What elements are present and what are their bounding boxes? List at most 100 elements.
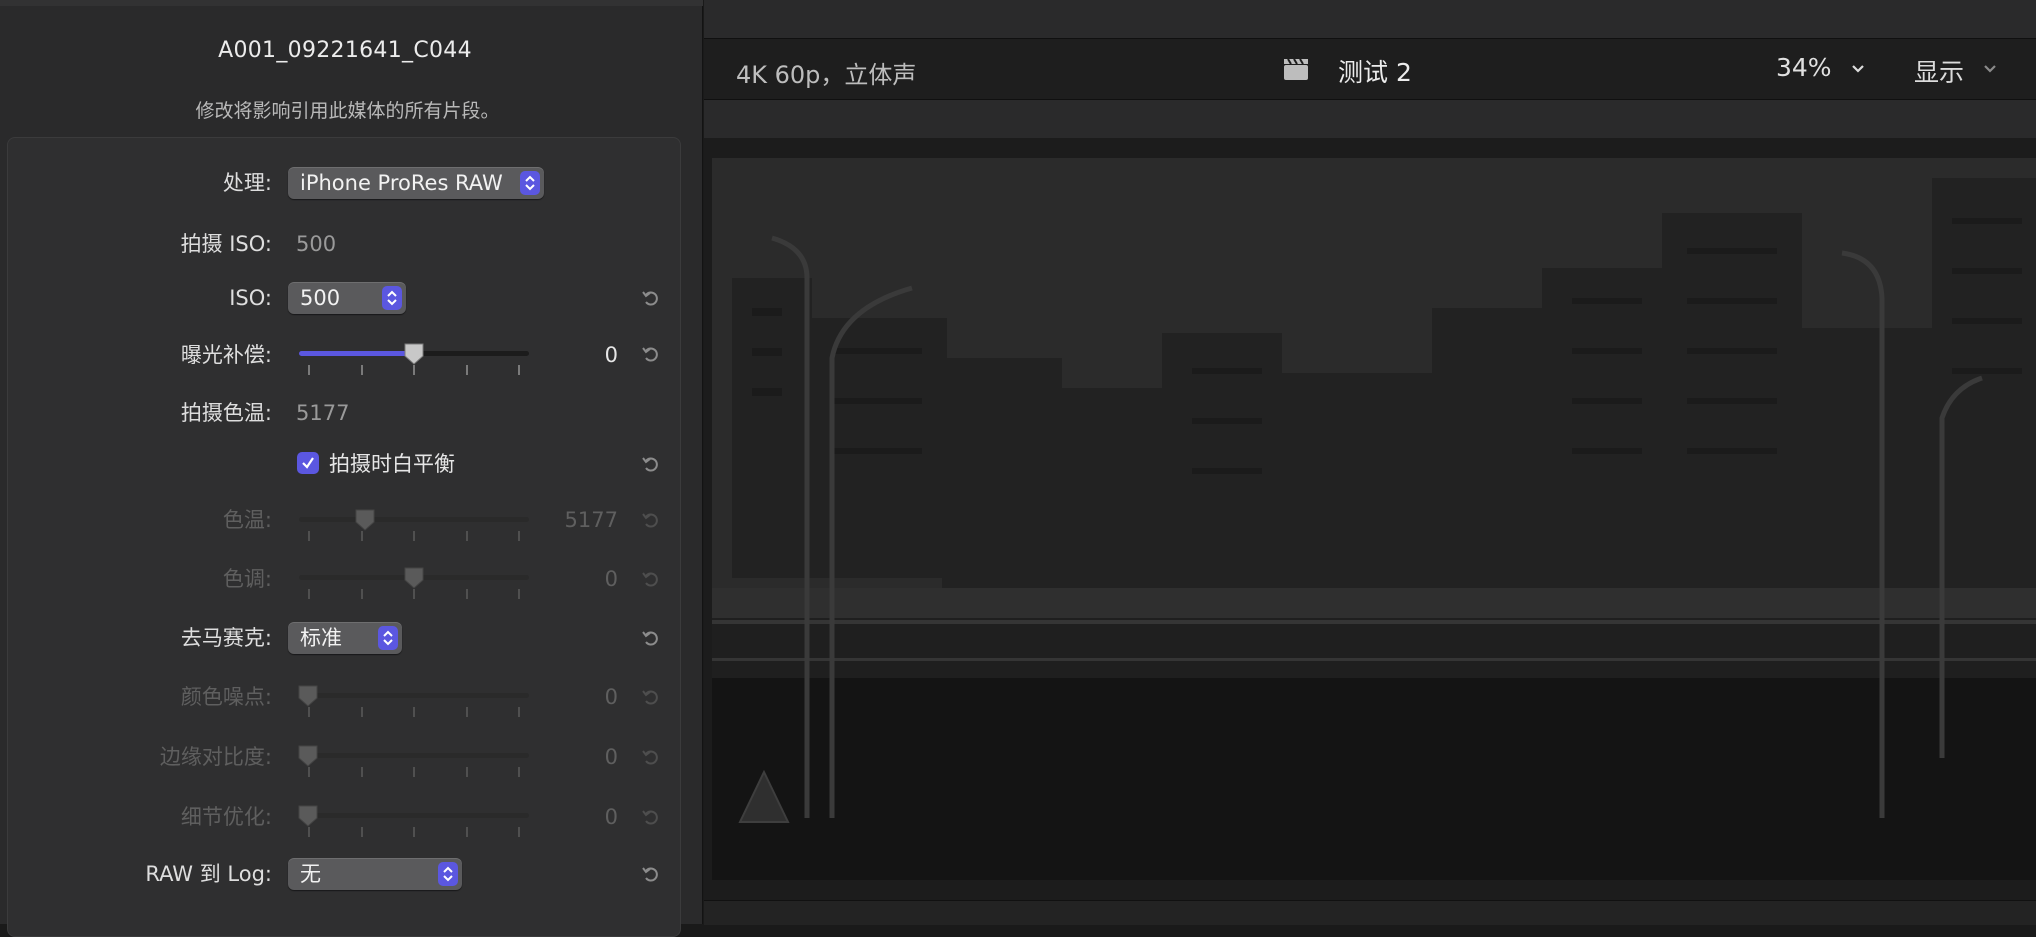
slider-tick [466,589,468,599]
slider-tick [308,767,310,777]
iso-popup[interactable]: 500 [288,282,406,314]
temperature-value: 5177 [564,508,618,532]
view-menu[interactable]: 显示 [1914,53,1964,89]
reset-icon [642,513,658,528]
raw-to-log-label: RAW 到 Log: [145,862,272,886]
reset-icon [642,572,658,587]
stepper-arrows-icon [378,626,398,650]
reset-icon[interactable] [640,863,662,885]
temperature-label: 色温: [222,508,272,532]
iso-value: 500 [300,286,341,310]
slider-knob[interactable] [403,342,425,366]
slider-knob [355,509,375,531]
stepper-arrows-icon [382,286,402,310]
slider-tick [308,707,310,717]
slider-tick [361,827,363,837]
chevron-down-icon[interactable] [1850,63,1866,75]
slider-tick [308,531,310,541]
zoom-menu[interactable]: 34% [1776,53,1832,82]
format-label: 4K 60p，立体声 [736,61,917,89]
processing-popup[interactable]: iPhone ProRes RAW [288,167,544,199]
slider-tick [361,707,363,717]
project-name[interactable]: 测试 2 [1338,53,1412,89]
slider-tick [518,827,520,837]
slider-tick [466,707,468,717]
slider-tick [361,589,363,599]
slider-track [299,753,529,758]
slider-tick [413,589,415,599]
temperature-slider [299,506,529,541]
slider-tick [413,767,415,777]
slider-tick [413,827,415,837]
viewer-bottom-strip [704,900,2036,925]
detail-slider [298,802,529,837]
detail-value: 0 [604,805,618,829]
color-noise-label: 颜色噪点: [180,685,272,709]
slider-tick [518,707,520,717]
tint-value: 0 [604,567,618,591]
slider-tick [466,531,468,541]
slider-tick [466,827,468,837]
stepper-arrows-icon [438,862,458,886]
slider-tick [518,589,520,599]
tint-slider [299,564,529,599]
slider-knob [298,685,318,707]
slider-tick [308,365,310,375]
white-balance-checkbox[interactable] [297,452,319,474]
slider-track [299,693,529,698]
iso-label: ISO: [229,286,272,310]
tint-label: 色调: [222,567,272,591]
raw-to-log-popup[interactable]: 无 [288,858,462,890]
exposure-label: 曝光补偿: [180,343,272,367]
slider-tick [413,365,415,375]
reset-icon [642,690,658,705]
slider-tick [518,365,520,375]
reset-icon [642,810,658,825]
reset-icon[interactable] [640,453,662,475]
panel-note: 修改将影响引用此媒体的所有片段。 [195,100,500,122]
processing-label: 处理: [222,171,272,195]
panel-top-edge [0,0,703,6]
raw-settings-panel: A001_09221641_C044 修改将影响引用此媒体的所有片段。 处理: … [0,0,703,937]
slider-track [299,517,529,522]
viewer-letterbox-top [704,100,2036,138]
reset-icon[interactable] [640,343,662,365]
capture-temp-value: 5177 [296,401,350,425]
slider-tick [308,589,310,599]
slider-tick [413,531,415,541]
slider-knob [298,805,318,827]
exposure-slider[interactable] [299,340,529,375]
video-frame [712,158,2036,880]
stepper-arrows-icon [520,171,540,195]
slider-tick [361,531,363,541]
settings-box: 处理: iPhone ProRes RAW 拍摄 ISO: 500 ISO: 5… [7,137,681,937]
slider-tick [308,827,310,837]
slider-knob [298,745,318,767]
edge-contrast-value: 0 [604,745,618,769]
chevron-down-icon[interactable] [1982,63,1998,75]
slider-fill [299,351,414,356]
edge-contrast-label: 边缘对比度: [159,745,272,769]
checkmark-icon [302,457,314,469]
reset-icon[interactable] [640,287,662,309]
viewer-header: 4K 60p，立体声 测试 2 34% 显示 [704,38,2036,100]
demosaic-popup[interactable]: 标准 [288,622,402,654]
raw-to-log-value: 无 [300,862,321,886]
slider-tick [518,531,520,541]
clapperboard-icon [1284,58,1308,80]
reset-icon[interactable] [640,627,662,649]
viewer: 4K 60p，立体声 测试 2 34% 显示 [704,0,2036,925]
reset-icon [642,750,658,765]
slider-tick [518,767,520,777]
slider-tick [361,767,363,777]
slider-tick [466,365,468,375]
capture-iso-value: 500 [296,232,337,256]
exposure-value: 0 [604,343,618,367]
clip-name: A001_09221641_C044 [218,38,472,63]
edge-contrast-slider [298,742,529,777]
demosaic-value: 标准 [300,626,342,650]
color-noise-value: 0 [604,685,618,709]
slider-knob [404,567,424,589]
capture-temp-label: 拍摄色温: [180,401,272,425]
capture-iso-label: 拍摄 ISO: [180,232,272,256]
